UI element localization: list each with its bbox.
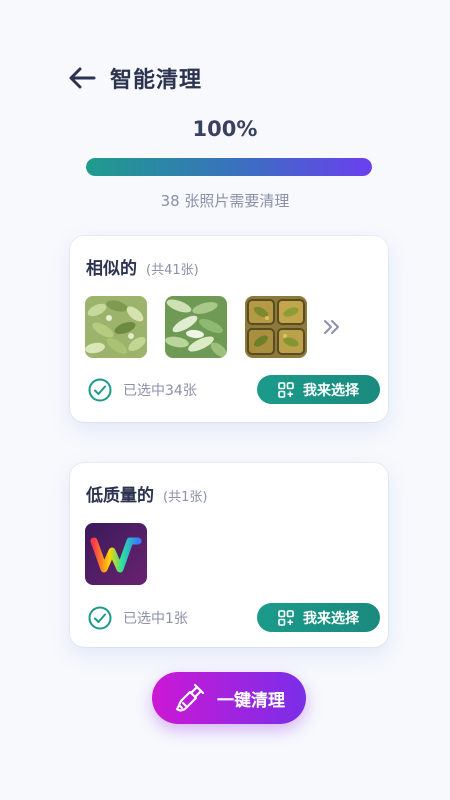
low-quality-photos-card: 低质量的 (共1张) 已选中1张 我来选择	[70, 463, 388, 647]
grid-select-icon	[278, 381, 294, 398]
page-title: 智能清理	[110, 68, 203, 93]
selected-count-text: 已选中1张	[123, 611, 188, 627]
photo-thumbnail-okra-tray[interactable]	[245, 296, 307, 358]
choose-manually-button[interactable]: 我来选择	[257, 375, 380, 404]
selected-status: 已选中34张	[88, 378, 197, 402]
card-count: (共41张)	[146, 263, 199, 278]
selected-status: 已选中1张	[88, 606, 188, 630]
clean-button-label: 一键清理	[217, 690, 285, 711]
photo-thumbnail-green-beans-2[interactable]	[165, 296, 227, 358]
card-count: (共1张)	[163, 490, 208, 505]
similar-photos-card: 相似的 (共41张) 已选中34张 我来选择	[70, 236, 388, 422]
card-title-row: 相似的 (共41张)	[86, 254, 199, 279]
thumbnail-row	[85, 523, 165, 585]
progress-fill	[86, 158, 372, 176]
progress-bar	[86, 158, 372, 176]
photo-thumbnail-green-beans-1[interactable]	[85, 296, 147, 358]
photo-thumbnail-app-logo[interactable]	[85, 523, 147, 585]
header: 智能清理	[68, 60, 202, 96]
progress-caption: 38 张照片需要清理	[160, 192, 290, 210]
card-title: 低质量的	[86, 486, 154, 506]
grid-select-icon	[278, 609, 294, 626]
card-title: 相似的	[86, 259, 137, 279]
thumbnail-row	[85, 296, 343, 358]
choose-button-label: 我来选择	[303, 610, 359, 627]
card-title-row: 低质量的 (共1张)	[86, 481, 207, 506]
progress-percent: 100%	[192, 117, 258, 141]
selected-count-text: 已选中34张	[123, 383, 197, 399]
back-arrow-icon[interactable]	[68, 66, 96, 90]
check-circle-icon[interactable]	[88, 378, 112, 402]
check-circle-icon[interactable]	[88, 606, 112, 630]
one-click-clean-button[interactable]: 一键清理	[152, 672, 306, 724]
choose-manually-button[interactable]: 我来选择	[257, 603, 380, 632]
double-chevron-right-icon[interactable]	[321, 316, 343, 338]
choose-button-label: 我来选择	[303, 382, 359, 399]
broom-icon	[173, 681, 207, 715]
